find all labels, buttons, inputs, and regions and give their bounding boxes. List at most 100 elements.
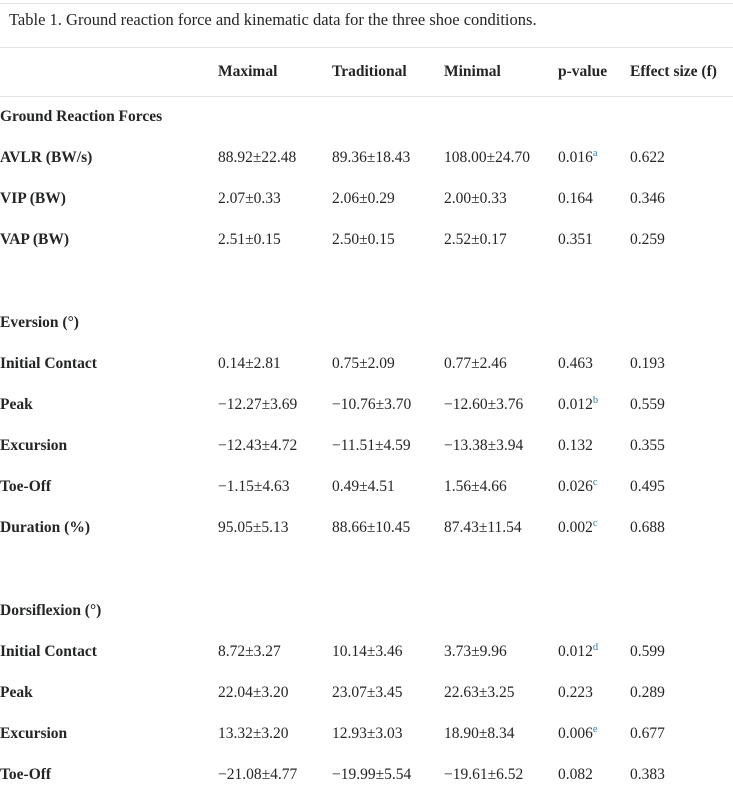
table-row: Peak22.04±3.2023.07±3.4522.63±3.250.2230…: [0, 673, 733, 714]
cell-minimal: [444, 97, 558, 138]
cell-minimal: −19.61±6.52: [444, 755, 558, 796]
cell-effectsize: 0.495: [630, 467, 733, 508]
cell-effectsize: 0.346: [630, 179, 733, 220]
cell-maximal: −12.43±4.72: [218, 426, 332, 467]
pvalue-text: 0.082: [558, 766, 593, 783]
cell-traditional: [332, 303, 444, 344]
table-header: Maximal Traditional Minimal p-value Effe…: [0, 48, 733, 97]
spacer-cell: [630, 261, 733, 303]
cell-effectsize: [630, 591, 733, 632]
row-label: Toe-Off: [0, 755, 218, 796]
section-label: Eversion (°): [0, 303, 218, 344]
row-label: Excursion: [0, 426, 218, 467]
spacer-cell: [218, 261, 332, 303]
cell-maximal: 88.92±22.48: [218, 138, 332, 179]
section-header-row: Dorsiflexion (°): [0, 591, 733, 632]
row-label: Peak: [0, 385, 218, 426]
row-label: Peak: [0, 673, 218, 714]
column-header-pvalue: p-value: [558, 48, 630, 97]
cell-pvalue: 0.132: [558, 426, 630, 467]
cell-effectsize: 0.259: [630, 220, 733, 261]
footnote-marker[interactable]: d: [593, 642, 598, 653]
top-rule: [0, 3, 733, 4]
footnote-marker[interactable]: c: [593, 477, 598, 488]
cell-maximal: −12.27±3.69: [218, 385, 332, 426]
table-row: Duration (%)95.05±5.1388.66±10.4587.43±1…: [0, 508, 733, 549]
cell-maximal: 95.05±5.13: [218, 508, 332, 549]
cell-minimal: [444, 591, 558, 632]
cell-minimal: 0.77±2.46: [444, 344, 558, 385]
footnote-marker[interactable]: e: [593, 724, 598, 735]
cell-pvalue: 0.012d: [558, 632, 630, 673]
cell-minimal: 3.73±9.96: [444, 632, 558, 673]
cell-maximal: −1.15±4.63: [218, 467, 332, 508]
pvalue-text: 0.223: [558, 684, 593, 701]
table-row: AVLR (BW/s)88.92±22.4889.36±18.43108.00±…: [0, 138, 733, 179]
cell-traditional: −11.51±4.59: [332, 426, 444, 467]
pvalue-text: 0.002: [558, 519, 593, 536]
cell-pvalue: 0.463: [558, 344, 630, 385]
footnote-marker[interactable]: c: [593, 518, 598, 529]
cell-minimal: 87.43±11.54: [444, 508, 558, 549]
table-row: Excursion−12.43±4.72−11.51±4.59−13.38±3.…: [0, 426, 733, 467]
cell-traditional: 0.49±4.51: [332, 467, 444, 508]
cell-minimal: −13.38±3.94: [444, 426, 558, 467]
cell-traditional: 12.93±3.03: [332, 714, 444, 755]
cell-pvalue: 0.002c: [558, 508, 630, 549]
cell-traditional: 0.75±2.09: [332, 344, 444, 385]
table-row: VIP (BW)2.07±0.332.06±0.292.00±0.330.164…: [0, 179, 733, 220]
column-header-minimal: Minimal: [444, 48, 558, 97]
cell-minimal: 108.00±24.70: [444, 138, 558, 179]
spacer-cell: [0, 549, 218, 591]
spacer-cell: [332, 261, 444, 303]
cell-traditional: 2.50±0.15: [332, 220, 444, 261]
table-row: Initial Contact8.72±3.2710.14±3.463.73±9…: [0, 632, 733, 673]
cell-traditional: −10.76±3.70: [332, 385, 444, 426]
pvalue-text: 0.164: [558, 190, 593, 207]
cell-minimal: 2.00±0.33: [444, 179, 558, 220]
cell-effectsize: 0.355: [630, 426, 733, 467]
cell-traditional: 88.66±10.45: [332, 508, 444, 549]
footnote-marker[interactable]: a: [593, 148, 598, 159]
table-row: Toe-Off−1.15±4.630.49±4.511.56±4.660.026…: [0, 467, 733, 508]
cell-maximal: [218, 97, 332, 138]
cell-pvalue: 0.082: [558, 755, 630, 796]
footnote-marker[interactable]: b: [593, 395, 598, 406]
cell-minimal: 2.52±0.17: [444, 220, 558, 261]
pvalue-text: 0.026: [558, 478, 593, 495]
pvalue-text: 0.006: [558, 725, 593, 742]
cell-effectsize: 0.622: [630, 138, 733, 179]
row-label: AVLR (BW/s): [0, 138, 218, 179]
row-label: Duration (%): [0, 508, 218, 549]
column-header-traditional: Traditional: [332, 48, 444, 97]
section-label: Ground Reaction Forces: [0, 97, 218, 138]
cell-effectsize: 0.383: [630, 755, 733, 796]
cell-effectsize: 0.559: [630, 385, 733, 426]
cell-maximal: 2.51±0.15: [218, 220, 332, 261]
cell-pvalue: 0.223: [558, 673, 630, 714]
cell-minimal: 22.63±3.25: [444, 673, 558, 714]
table-row: Excursion13.32±3.2012.93±3.0318.90±8.340…: [0, 714, 733, 755]
row-label: Initial Contact: [0, 632, 218, 673]
pvalue-text: 0.132: [558, 437, 593, 454]
cell-minimal: [444, 303, 558, 344]
header-row: Maximal Traditional Minimal p-value Effe…: [0, 48, 733, 97]
cell-effectsize: 0.193: [630, 344, 733, 385]
cell-minimal: −12.60±3.76: [444, 385, 558, 426]
spacer-cell: [630, 549, 733, 591]
cell-maximal: −21.08±4.77: [218, 755, 332, 796]
cell-maximal: 13.32±3.20: [218, 714, 332, 755]
table-row: Peak−12.27±3.69−10.76±3.70−12.60±3.760.0…: [0, 385, 733, 426]
cell-effectsize: 0.599: [630, 632, 733, 673]
spacer-cell: [444, 549, 558, 591]
pvalue-text: 0.463: [558, 355, 593, 372]
cell-pvalue: 0.164: [558, 179, 630, 220]
column-header-effect-size: Effect size (f): [630, 48, 733, 97]
cell-traditional: 10.14±3.46: [332, 632, 444, 673]
cell-maximal: [218, 303, 332, 344]
table-row: VAP (BW)2.51±0.152.50±0.152.52±0.170.351…: [0, 220, 733, 261]
cell-pvalue: 0.006e: [558, 714, 630, 755]
spacer-cell: [332, 549, 444, 591]
spacer-cell: [0, 261, 218, 303]
cell-pvalue: 0.026c: [558, 467, 630, 508]
